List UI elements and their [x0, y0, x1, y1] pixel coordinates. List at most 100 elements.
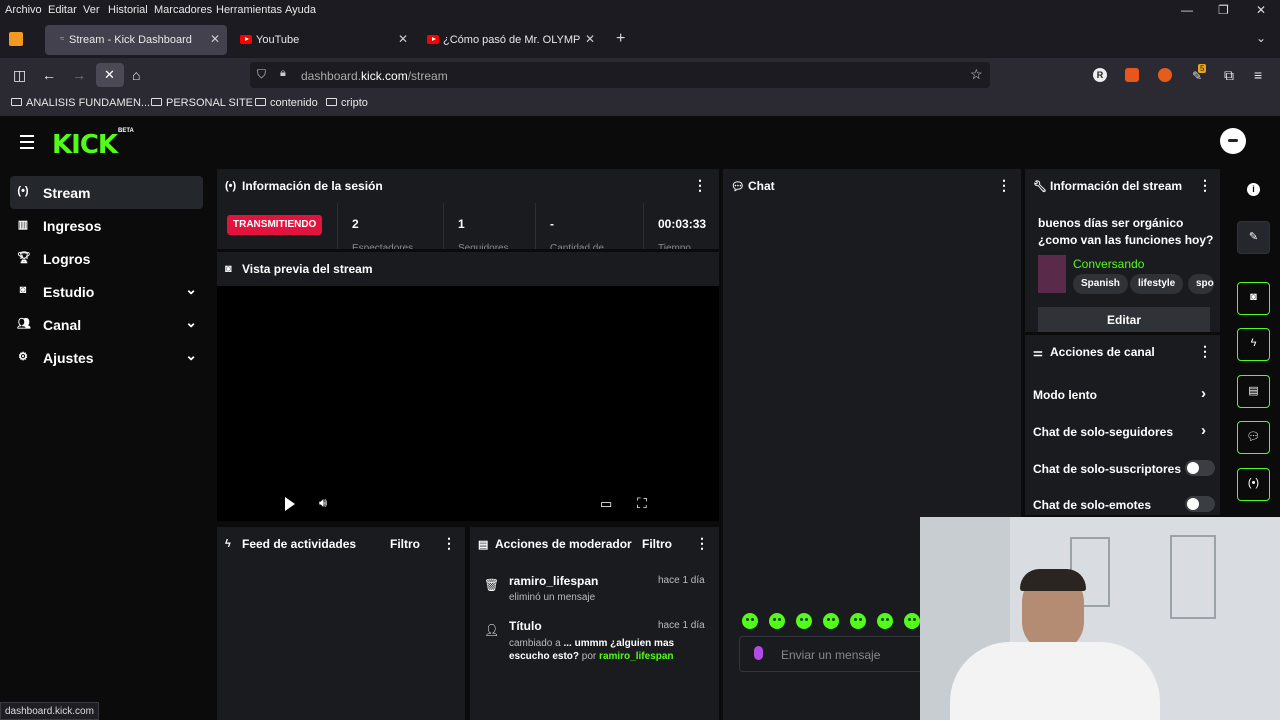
- subscribers-only-toggle[interactable]: [1185, 460, 1215, 476]
- stream-tag: spo: [1188, 274, 1214, 294]
- rail-edit-button[interactable]: ✎: [1237, 221, 1270, 254]
- stat-value: 1: [458, 217, 465, 231]
- menu-historial[interactable]: Historial: [108, 4, 148, 16]
- close-tab-icon[interactable]: ✕: [210, 32, 220, 46]
- emote-icon[interactable]: [769, 613, 785, 629]
- tab-olympia[interactable]: ¿Cómo pasó de Mr. OLYMPIA a ✕: [419, 25, 601, 55]
- chevron-down-icon: ⌄: [185, 314, 197, 330]
- bookmark-contenido[interactable]: contenido: [255, 97, 318, 109]
- studio-icon: ◙: [19, 284, 27, 296]
- bookmark-cripto[interactable]: cripto: [326, 97, 368, 109]
- maximize-icon[interactable]: ❐: [1218, 3, 1229, 17]
- sidebar-item-canal[interactable]: 👥︎ Canal ⌄: [10, 308, 203, 341]
- extension-orange-icon[interactable]: [1158, 68, 1172, 82]
- rail-chat-button[interactable]: 💬︎: [1237, 421, 1270, 454]
- more-options-icon[interactable]: ⋮: [997, 177, 1011, 194]
- category-thumbnail[interactable]: [1038, 255, 1066, 293]
- more-options-icon[interactable]: ⋮: [693, 177, 707, 194]
- chevron-down-icon: ⌄: [185, 347, 197, 363]
- more-options-icon[interactable]: ⋮: [695, 535, 709, 552]
- extension-fox-icon[interactable]: [1125, 68, 1139, 82]
- lightning-icon: ϟ: [225, 538, 231, 550]
- bookmark-star-icon[interactable]: ☆: [970, 66, 983, 83]
- sliders-icon: ⚌: [1033, 347, 1043, 359]
- hamburger-menu-icon[interactable]: [20, 135, 34, 153]
- kick-logo[interactable]: KICK: [52, 130, 118, 160]
- new-tab-icon[interactable]: +: [616, 30, 625, 48]
- sidebar-item-estudio[interactable]: ◙ Estudio ⌄: [10, 275, 203, 308]
- channel-action-slow-mode[interactable]: Modo lento ›: [1025, 385, 1220, 405]
- rail-session-button[interactable]: (•): [1237, 468, 1270, 501]
- menu-marcadores[interactable]: Marcadores: [154, 4, 212, 16]
- extension-r-icon[interactable]: R: [1093, 68, 1107, 82]
- emote-icon[interactable]: [796, 613, 812, 629]
- fullscreen-icon[interactable]: ⛶: [637, 495, 647, 512]
- volume-icon[interactable]: 🔊︎: [319, 495, 327, 511]
- sidebar-item-stream[interactable]: (•) Stream: [10, 176, 203, 209]
- panel-header: 💬︎ Chat ⋮: [723, 169, 1021, 203]
- close-tab-icon[interactable]: ✕: [585, 32, 595, 46]
- lock-icon[interactable]: 🔒︎: [280, 67, 286, 80]
- tab-kick-dashboard[interactable]: ≈ Stream - Kick Dashboard ✕: [45, 25, 227, 55]
- menu-ayuda[interactable]: Ayuda: [285, 4, 316, 16]
- microphone-icon[interactable]: [754, 646, 763, 660]
- tab-overview-icon[interactable]: [9, 32, 23, 46]
- panel-header: (•) Información de la sesión ⋮: [217, 169, 719, 203]
- info-icon[interactable]: i: [1247, 183, 1260, 196]
- close-tab-icon[interactable]: ✕: [398, 32, 408, 46]
- sidebar-item-ingresos[interactable]: ▥ Ingresos: [10, 209, 203, 242]
- tab-list-chevron-icon[interactable]: ⌄: [1256, 31, 1266, 45]
- folder-icon: [326, 98, 337, 106]
- forward-icon[interactable]: →: [72, 67, 86, 83]
- chevron-right-icon: ›: [1201, 385, 1206, 402]
- sidebar-toggle-icon[interactable]: ◫: [13, 67, 26, 84]
- channel-action-followers-only[interactable]: Chat de solo-seguidores ›: [1025, 422, 1220, 442]
- emote-icon[interactable]: [850, 613, 866, 629]
- url-domain: kick.com: [361, 69, 408, 83]
- sidebar-item-ajustes[interactable]: ⚙ Ajustes ⌄: [10, 341, 203, 374]
- menu-archivo[interactable]: Archivo: [5, 4, 42, 16]
- user-avatar[interactable]: [1220, 128, 1246, 154]
- emote-icon[interactable]: [823, 613, 839, 629]
- rail-preview-button[interactable]: ◙: [1237, 282, 1270, 315]
- edit-button[interactable]: Editar: [1038, 307, 1210, 332]
- desc-user[interactable]: ramiro_lifespan: [599, 651, 673, 662]
- filter-button[interactable]: Filtro: [642, 537, 672, 551]
- shield-icon[interactable]: ⛉: [257, 67, 266, 82]
- more-options-icon[interactable]: ⋮: [1198, 177, 1212, 194]
- menu-editar[interactable]: Editar: [48, 4, 77, 16]
- app-menu-icon[interactable]: ≡: [1254, 67, 1262, 83]
- address-bar[interactable]: ⛉ 🔒︎ dashboard.kick.com/stream ☆: [250, 62, 990, 88]
- sidebar-item-logros[interactable]: 🏆︎ Logros: [10, 242, 203, 275]
- stop-icon: ✕: [104, 67, 115, 82]
- menu-ver[interactable]: Ver: [83, 4, 100, 16]
- emote-icon[interactable]: [742, 613, 758, 629]
- mod-action-user[interactable]: ramiro_lifespan: [509, 574, 598, 588]
- filter-button[interactable]: Filtro: [390, 537, 420, 551]
- menu-herramientas[interactable]: Herramientas: [216, 4, 282, 16]
- extensions-icon[interactable]: ⧉: [1224, 67, 1234, 84]
- minimize-icon[interactable]: —: [1181, 3, 1193, 17]
- sidebar-item-label: Canal: [43, 317, 82, 333]
- back-icon[interactable]: ←: [42, 67, 56, 83]
- rail-mod-actions-button[interactable]: ▤: [1237, 375, 1270, 408]
- bookmark-analisis[interactable]: ANALISIS FUNDAMEN...: [11, 97, 150, 109]
- stop-loading-button[interactable]: ✕: [96, 63, 124, 87]
- home-icon[interactable]: ⌂: [132, 67, 140, 83]
- close-window-icon[interactable]: ✕: [1256, 3, 1266, 17]
- rail-activity-button[interactable]: ϟ: [1237, 328, 1270, 361]
- tab-title: ¿Cómo pasó de Mr. OLYMPIA a: [443, 34, 581, 46]
- theater-mode-icon[interactable]: ▭: [600, 496, 612, 512]
- play-icon[interactable]: [285, 497, 295, 511]
- stream-category[interactable]: Conversando: [1073, 257, 1144, 271]
- panel-header: ⚌ Acciones de canal ⋮: [1025, 335, 1220, 369]
- more-options-icon[interactable]: ⋮: [442, 535, 456, 552]
- emotes-only-toggle[interactable]: [1185, 496, 1215, 512]
- status-url-tooltip: dashboard.kick.com: [0, 702, 99, 720]
- emote-icon[interactable]: [904, 613, 920, 629]
- bookmark-personal-site[interactable]: PERSONAL SITE: [151, 97, 253, 109]
- more-options-icon[interactable]: ⋮: [1198, 343, 1212, 360]
- panel-title: Información del stream: [1050, 179, 1183, 193]
- tab-youtube[interactable]: YouTube ✕: [232, 25, 414, 55]
- emote-icon[interactable]: [877, 613, 893, 629]
